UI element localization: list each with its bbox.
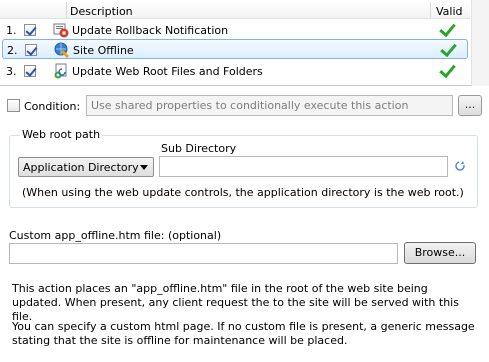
list-item[interactable]: 1. Update Rollback Notification [2, 20, 468, 40]
column-header-description[interactable]: Description [70, 5, 133, 18]
root-directory-select[interactable]: Application Directory [18, 157, 154, 177]
update-files-icon [54, 63, 67, 79]
subdir-input[interactable] [159, 156, 448, 177]
custom-file-input[interactable] [9, 243, 398, 264]
subdir-label: Sub Directory [161, 142, 237, 155]
valid-check-icon [440, 23, 452, 35]
condition-label: Condition: [24, 100, 81, 113]
web-root-note: (When using the web update controls, the… [22, 186, 464, 199]
row-label: Update Rollback Notification [72, 24, 229, 37]
description-paragraph: You can specify a custom html page. If n… [12, 320, 475, 347]
description-paragraph: This action places an "app_offline.htm" … [12, 282, 459, 323]
condition-checkbox[interactable] [7, 99, 20, 112]
rollback-notification-icon [53, 23, 69, 38]
condition-browse-button[interactable]: ... [458, 95, 482, 116]
row-number: 3. [6, 65, 17, 78]
list-scrollbar[interactable] [471, 0, 489, 86]
condition-input[interactable]: Use shared properties to conditionally e… [86, 95, 453, 116]
action-list[interactable]: Description Valid 1. Update Rollback Not… [0, 0, 489, 86]
custom-file-label: Custom app_offline.htm file: (optional) [9, 229, 222, 242]
list-header: Description Valid [0, 2, 470, 19]
list-item-selected[interactable]: 2. Site Offline [2, 39, 468, 59]
row-label: Site Offline [73, 44, 134, 57]
site-offline-icon [54, 42, 70, 58]
column-separator [66, 2, 67, 18]
valid-check-icon [441, 43, 453, 55]
refresh-icon[interactable] [453, 159, 467, 173]
row-enabled-checkbox[interactable] [24, 24, 36, 36]
web-root-group-title: Web root path [20, 128, 103, 141]
row-enabled-checkbox[interactable] [24, 65, 36, 77]
valid-check-icon [440, 64, 452, 76]
column-header-valid[interactable]: Valid [436, 5, 463, 18]
row-number: 1. [6, 24, 17, 37]
browse-button[interactable]: Browse... [404, 242, 476, 264]
row-label: Update Web Root Files and Folders [72, 65, 263, 78]
row-number: 2. [7, 44, 18, 57]
row-enabled-checkbox[interactable] [25, 44, 37, 56]
chevron-down-icon [140, 165, 148, 170]
root-directory-select-value: Application Directory [23, 161, 139, 174]
list-item[interactable]: 3. Update Web Root Files and Folders [2, 61, 468, 81]
column-separator [430, 2, 431, 18]
